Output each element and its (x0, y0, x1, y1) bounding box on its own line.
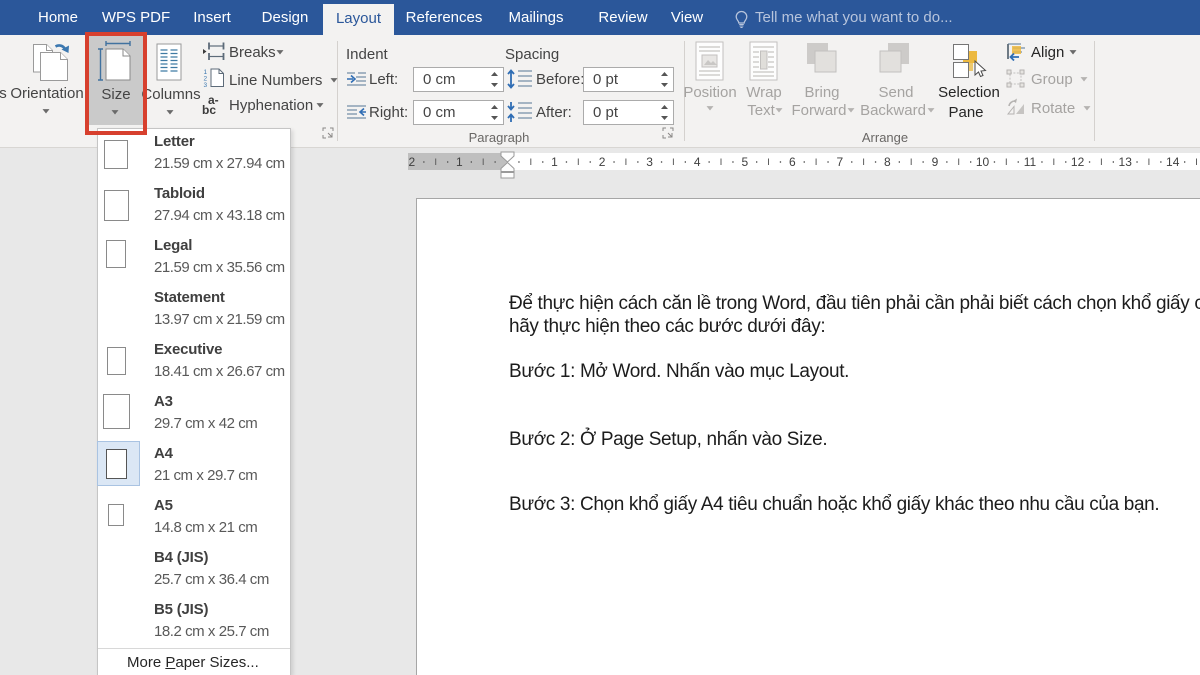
svg-text:4: 4 (694, 155, 701, 169)
svg-text:10: 10 (976, 155, 990, 169)
svg-text:6: 6 (789, 155, 796, 169)
svg-text:14: 14 (1166, 155, 1180, 169)
svg-text:1: 1 (551, 155, 558, 169)
svg-text:12: 12 (1071, 155, 1085, 169)
svg-text:5: 5 (741, 155, 748, 169)
svg-text:bc: bc (202, 103, 216, 116)
svg-text:2: 2 (409, 155, 416, 169)
svg-text:1: 1 (456, 155, 463, 169)
svg-text:8: 8 (884, 155, 891, 169)
svg-text:3: 3 (646, 155, 653, 169)
svg-text:3: 3 (204, 82, 208, 88)
svg-text:7: 7 (836, 155, 843, 169)
svg-text:13: 13 (1119, 155, 1133, 169)
svg-text:11: 11 (1024, 155, 1037, 169)
svg-text:2: 2 (599, 155, 606, 169)
svg-text:9: 9 (932, 155, 939, 169)
